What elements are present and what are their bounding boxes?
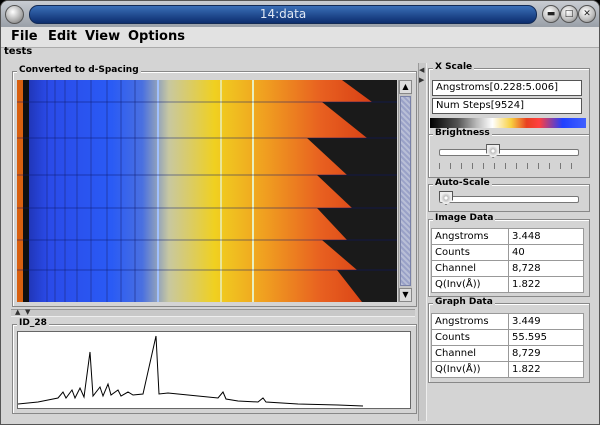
- graph-data-title: Graph Data: [433, 297, 495, 307]
- graph-trace: [18, 335, 364, 407]
- graph-data-table: Angstroms 3.449 Counts 55.595 Channel 8,729…: [431, 313, 584, 378]
- graph-panel-title: ID_28: [17, 318, 49, 328]
- graph-data-label: Channel: [431, 345, 509, 362]
- scroll-thumb[interactable]: [400, 96, 411, 286]
- window-menu-icon[interactable]: [5, 5, 24, 24]
- graph-data-value: 3.449: [508, 313, 584, 330]
- left-edge-strip: [17, 80, 23, 302]
- image-data-value: 40: [508, 244, 584, 261]
- image-data-label: Q(Inv(Å)): [431, 276, 509, 293]
- table-row: Channel 8,728: [431, 260, 584, 277]
- image-vertical-scrollbar[interactable]: ▲ ▼: [398, 80, 412, 302]
- menu-bar: File Edit View Options: [1, 27, 599, 48]
- window-title: 14:data: [29, 5, 537, 24]
- vertical-split-divider[interactable]: ◀ ▶: [418, 63, 427, 421]
- left-dark-strip: [23, 80, 29, 302]
- graph-data-label: Counts: [431, 329, 509, 346]
- spectral-lines: [46, 80, 136, 302]
- menu-file[interactable]: File: [11, 29, 38, 44]
- image-data-label: Channel: [431, 260, 509, 277]
- image-data-value: 8,728: [508, 260, 584, 277]
- menu-edit[interactable]: Edit: [48, 29, 77, 44]
- graph-data-label: Q(Inv(Å)): [431, 361, 509, 378]
- table-row: Counts 40: [431, 244, 584, 261]
- maximize-icon[interactable]: □: [560, 5, 578, 23]
- table-row: Q(Inv(Å)) 1.822: [431, 276, 584, 293]
- image-data-label: Counts: [431, 244, 509, 261]
- split-right-icon[interactable]: ▶: [419, 77, 424, 84]
- split-up-icon[interactable]: ▲: [15, 309, 20, 316]
- d-spacing-image[interactable]: [17, 80, 397, 302]
- image-data-value: 1.822: [508, 276, 584, 293]
- image-data-table: Angstroms 3.448 Counts 40 Channel 8,728 Q(I…: [431, 228, 584, 293]
- graph-plot-area[interactable]: [17, 331, 411, 409]
- table-row: Counts 55.595: [431, 329, 584, 346]
- xscale-range-field[interactable]: Angstroms[0.228:5.006]: [432, 80, 582, 96]
- cutoff-region: [307, 80, 397, 302]
- brightness-title: Brightness: [433, 128, 492, 138]
- title-bar[interactable]: 14:data ▬ □ ✕: [1, 1, 599, 27]
- close-icon[interactable]: ✕: [578, 5, 596, 23]
- graph-data-value: 55.595: [508, 329, 584, 346]
- panel-title: tests: [4, 46, 33, 57]
- xscale-title: X Scale: [433, 62, 475, 72]
- brightness-group: Brightness: [428, 128, 590, 178]
- application-window: 14:data ▬ □ ✕ File Edit View Options tes…: [0, 0, 600, 425]
- menu-options[interactable]: Options: [128, 29, 185, 44]
- image-panel-title: Converted to d-Spacing: [17, 65, 141, 75]
- image-data-title: Image Data: [433, 213, 496, 223]
- minimize-icon[interactable]: ▬: [542, 5, 560, 23]
- graph-data-value: 8,729: [508, 345, 584, 362]
- split-left-icon[interactable]: ◀: [419, 67, 424, 74]
- menu-view[interactable]: View: [85, 29, 120, 44]
- graph-data-label: Angstroms: [431, 313, 509, 330]
- table-row: Q(Inv(Å)) 1.822: [431, 361, 584, 378]
- diffraction-graph: [18, 335, 364, 407]
- horizontal-split-divider[interactable]: ▲ ▼: [11, 309, 415, 317]
- autoscale-slider[interactable]: [439, 196, 579, 203]
- table-row: Channel 8,729: [431, 345, 584, 362]
- heatmap-overlay: [17, 80, 397, 302]
- color-scale-bar: [430, 118, 586, 128]
- graph-data-value: 1.822: [508, 361, 584, 378]
- xscale-steps-field[interactable]: Num Steps[9524]: [432, 98, 582, 114]
- table-row: Angstroms 3.449: [431, 313, 584, 330]
- image-data-label: Angstroms: [431, 228, 509, 245]
- split-down-icon[interactable]: ▼: [25, 309, 30, 316]
- table-row: Angstroms 3.448: [431, 228, 584, 245]
- scroll-up-icon[interactable]: ▲: [399, 80, 412, 94]
- scroll-down-icon[interactable]: ▼: [399, 288, 412, 302]
- brightness-ticks: [439, 163, 577, 169]
- autoscale-title: Auto-Scale: [433, 178, 492, 188]
- image-data-value: 3.448: [508, 228, 584, 245]
- brightness-slider[interactable]: [439, 149, 579, 156]
